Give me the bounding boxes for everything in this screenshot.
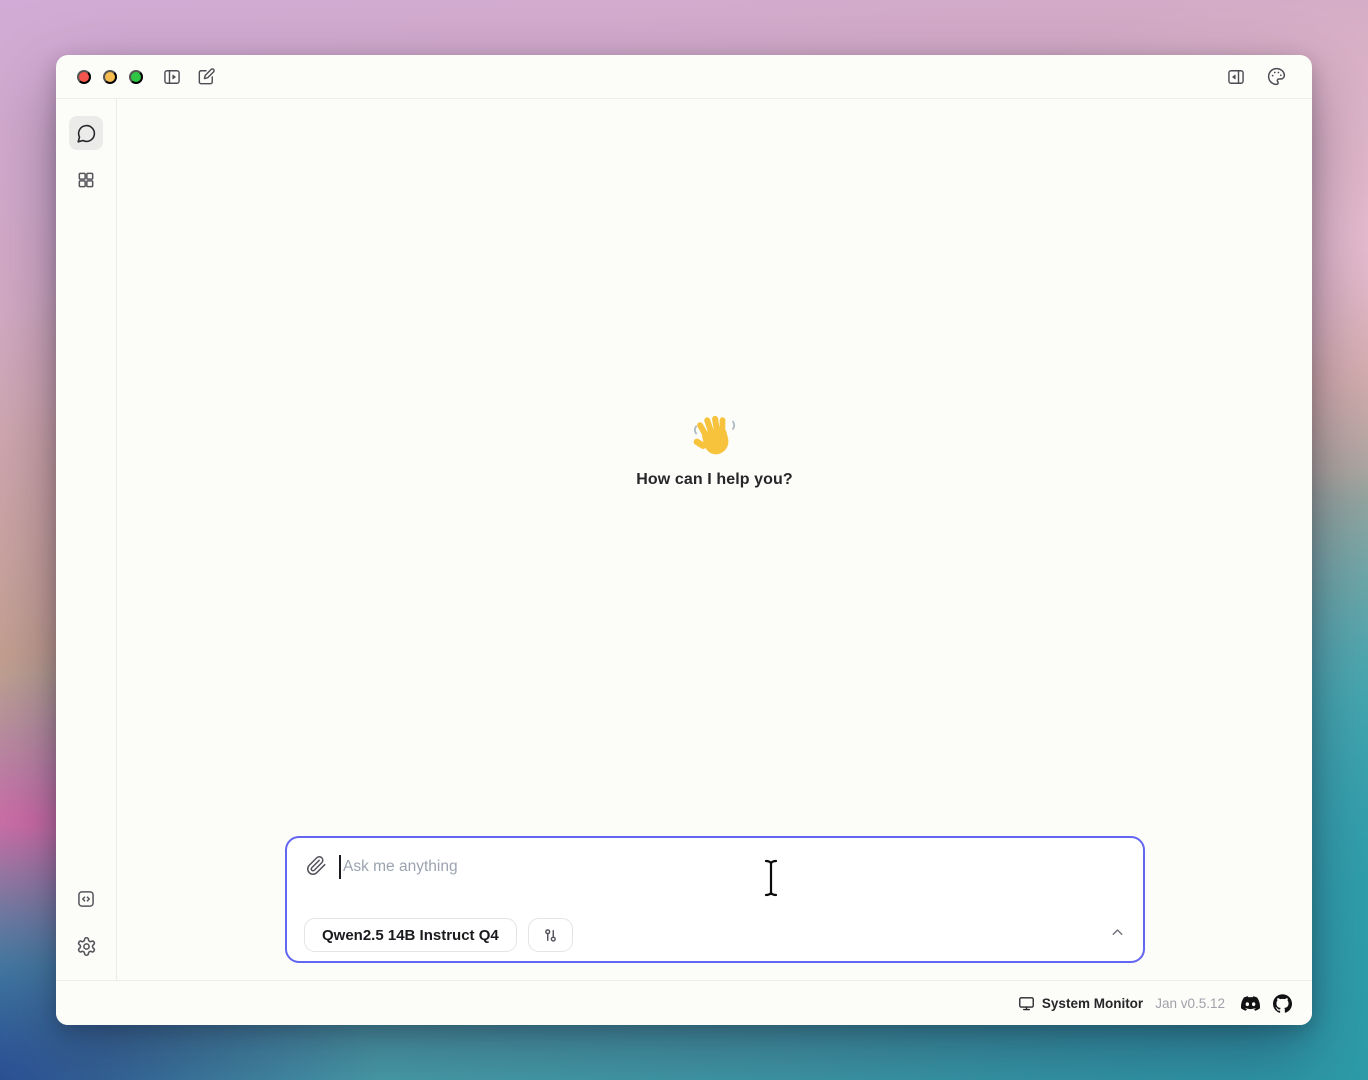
panel-left-toggle-icon xyxy=(162,67,182,87)
greeting-text: How can I help you? xyxy=(117,471,1312,489)
status-bar: System Monitor Jan v0.5.12 xyxy=(56,980,1312,1025)
empty-thread-greeting: How can I help you? xyxy=(117,413,1312,489)
panel-right-toggle-icon xyxy=(1226,67,1246,87)
waving-hand-emoji xyxy=(692,413,738,459)
close-button[interactable] xyxy=(77,70,91,84)
toggle-right-panel-button[interactable] xyxy=(1226,67,1246,87)
version-label: Jan v0.5.12 xyxy=(1155,996,1225,1011)
sidebar xyxy=(56,99,117,980)
palette-icon xyxy=(1266,66,1287,87)
discord-icon xyxy=(1241,994,1260,1013)
system-monitor-label: System Monitor xyxy=(1042,996,1143,1011)
discord-link[interactable] xyxy=(1241,994,1260,1013)
monitor-icon xyxy=(1018,995,1035,1012)
message-input[interactable] xyxy=(343,851,1073,883)
theme-button[interactable] xyxy=(1266,66,1287,87)
titlebar[interactable] xyxy=(56,55,1312,99)
toggle-left-panel-button[interactable] xyxy=(162,67,182,87)
chat-composer: Qwen2.5 14B Instruct Q4 xyxy=(285,836,1145,963)
paperclip-icon xyxy=(306,855,327,876)
compose-icon xyxy=(196,67,216,87)
code-square-icon xyxy=(76,889,96,909)
system-monitor-button[interactable]: System Monitor xyxy=(1018,995,1143,1012)
minimize-button[interactable] xyxy=(103,70,117,84)
sidebar-item-threads[interactable] xyxy=(69,116,103,150)
chevron-up-icon xyxy=(1109,924,1126,941)
chat-bubble-icon xyxy=(76,123,97,144)
gear-icon xyxy=(76,936,97,957)
github-icon xyxy=(1273,994,1292,1013)
zoom-button[interactable] xyxy=(129,70,143,84)
jan-app-window: How can I help you? Qwen2.5 14B Instruct… xyxy=(56,55,1312,1025)
grid-icon xyxy=(76,170,96,190)
attach-file-button[interactable] xyxy=(306,855,327,876)
model-selector-button[interactable]: Qwen2.5 14B Instruct Q4 xyxy=(304,918,517,952)
sidebar-item-local-api-server[interactable] xyxy=(69,882,103,916)
sidebar-item-hub[interactable] xyxy=(69,163,103,197)
sidebar-item-settings[interactable] xyxy=(69,929,103,963)
new-thread-button[interactable] xyxy=(196,67,216,87)
collapse-composer-button[interactable] xyxy=(1109,924,1126,941)
traffic-lights xyxy=(77,70,143,84)
sliders-icon xyxy=(541,926,560,945)
desktop: { "app": { "name": "Jan" }, "colors": { … xyxy=(0,0,1368,1080)
model-settings-button[interactable] xyxy=(528,918,573,952)
github-link[interactable] xyxy=(1273,994,1292,1013)
text-caret xyxy=(339,855,341,879)
